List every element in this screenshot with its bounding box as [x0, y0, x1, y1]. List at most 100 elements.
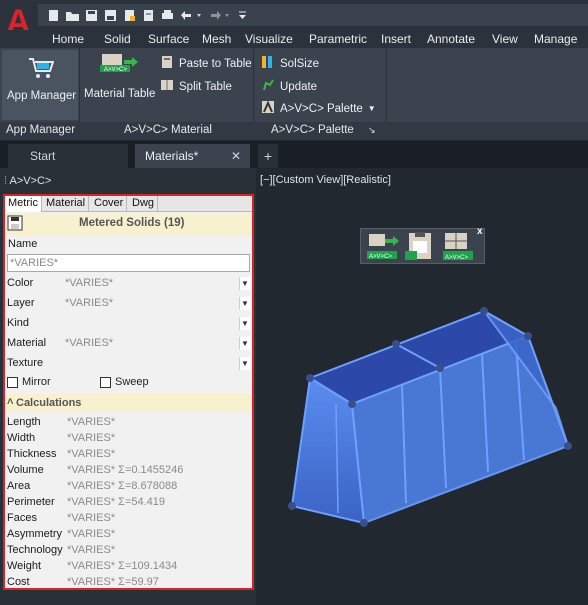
- save-icon[interactable]: [7, 215, 23, 234]
- material-table-button[interactable]: A>V>C> Material Table: [84, 52, 156, 118]
- paste-icon: [160, 55, 174, 72]
- tab-home[interactable]: Home: [52, 30, 84, 48]
- update-button[interactable]: Update: [261, 78, 317, 95]
- length-value: *VARIES*: [67, 416, 116, 428]
- chevron-down-icon[interactable]: ▼: [239, 337, 250, 350]
- name-field[interactable]: *VARIES*: [7, 254, 250, 272]
- thickness-label: Thickness: [7, 448, 57, 460]
- tab-annotate[interactable]: Annotate: [427, 30, 475, 48]
- tab-solid[interactable]: Solid: [104, 30, 131, 48]
- palette-panel-title: A>V>C> Palette: [271, 124, 354, 136]
- close-tab-icon[interactable]: ✕: [231, 144, 241, 168]
- palette-tab-dwg[interactable]: Dwg: [129, 196, 159, 212]
- svg-text:A>V>C>: A>V>C>: [104, 67, 127, 72]
- tab-start[interactable]: Start: [8, 144, 128, 168]
- ribbon-tab-bar: Home Solid Surface Mesh Visualize Parame…: [0, 30, 588, 48]
- tab-insert[interactable]: Insert: [381, 30, 411, 48]
- material-table-icon: A>V>C>: [100, 52, 140, 75]
- tab-manage[interactable]: Manage: [534, 30, 577, 48]
- mirror-checkbox[interactable]: [7, 377, 18, 388]
- paste-to-table-button[interactable]: Paste to Table: [160, 55, 252, 72]
- ribbon-panel-titles: App Manager A>V>C> Material A>V>C> Palet…: [0, 122, 588, 140]
- undo-icon[interactable]: [179, 8, 203, 23]
- redo-icon[interactable]: [207, 8, 231, 23]
- 3d-solid-model[interactable]: [256, 168, 588, 605]
- color-label: Color: [7, 277, 34, 289]
- technology-label: Technology: [7, 544, 63, 556]
- area-label: Area: [7, 480, 31, 492]
- width-label: Width: [7, 432, 36, 444]
- palette-tab-metric[interactable]: Metric: [5, 196, 42, 212]
- layer-label: Layer: [7, 297, 35, 309]
- add-tab-button[interactable]: +: [258, 144, 278, 168]
- app-manager-label-2: Manager: [30, 90, 77, 102]
- volume-value: *VARIES* Σ=0.1455246: [67, 464, 184, 476]
- print-icon[interactable]: [160, 8, 175, 23]
- customize-icon[interactable]: [235, 8, 250, 23]
- chevron-down-icon[interactable]: ▼: [239, 357, 250, 370]
- palette-tab-bar: Metric Material Cover Dwg: [5, 196, 252, 212]
- collapse-icon[interactable]: ˄: [7, 396, 13, 408]
- split-table-button[interactable]: Split Table: [160, 78, 232, 95]
- perimeter-value: *VARIES* Σ=54.419: [67, 496, 166, 508]
- save-as-icon[interactable]: [103, 8, 118, 23]
- update-icon: [261, 78, 275, 95]
- chevron-down-icon[interactable]: ▼: [239, 297, 250, 310]
- sweep-checkbox[interactable]: [100, 377, 111, 388]
- solsize-label: SolSize: [280, 57, 319, 70]
- material-panel-title: A>V>C> Material: [124, 124, 212, 136]
- asymmetry-label: Asymmetry: [7, 528, 62, 540]
- tab-parametric[interactable]: Parametric: [309, 30, 367, 48]
- length-label: Length: [7, 416, 41, 428]
- app-manager-panel-title: App Manager: [6, 124, 76, 136]
- calc-row: Technology *VARIES*: [5, 543, 252, 559]
- dropdown-arrow-icon[interactable]: ▼: [368, 104, 376, 113]
- cart-icon: [28, 56, 55, 83]
- tab-mesh[interactable]: Mesh: [202, 30, 231, 48]
- avc-palette-button[interactable]: A>V>C> Palette ▼: [261, 100, 376, 117]
- open-icon[interactable]: [65, 8, 80, 23]
- color-value[interactable]: *VARIES*: [65, 277, 113, 289]
- cost-value: *VARIES* Σ=59.97: [67, 576, 159, 588]
- palette-tab-cover[interactable]: Cover: [91, 196, 128, 212]
- palette-tab-material[interactable]: Material: [43, 196, 90, 212]
- paste-to-table-label: Paste to Table: [179, 57, 252, 70]
- material-label: Material: [7, 337, 47, 349]
- avc-palette-label: A>V>C> Palette: [280, 102, 363, 115]
- mirror-label: Mirror: [22, 376, 51, 388]
- tab-materials[interactable]: Materials* ✕: [135, 144, 250, 168]
- tab-materials-label: Materials*: [145, 149, 199, 163]
- texture-label: Texture: [7, 357, 44, 369]
- metered-solids-title: Metered Solids (19): [79, 217, 185, 229]
- save-icon[interactable]: [84, 8, 99, 23]
- chevron-down-icon[interactable]: ▼: [239, 277, 250, 290]
- tab-view[interactable]: View: [492, 30, 518, 48]
- calc-row: Volume *VARIES* Σ=0.1455246: [5, 463, 252, 479]
- calc-row: Cost *VARIES* Σ=59.97: [5, 575, 252, 591]
- sweep-label: Sweep: [115, 376, 149, 388]
- chevron-down-icon[interactable]: ▼: [239, 317, 250, 330]
- kind-label: Kind: [7, 317, 30, 329]
- calculations-header[interactable]: ˄ Calculations: [5, 394, 252, 412]
- panel-launcher-icon[interactable]: ↘: [368, 125, 376, 136]
- calc-row: Weight *VARIES* Σ=109.1434: [5, 559, 252, 575]
- calculations-title: Calculations: [16, 397, 82, 409]
- publish-icon[interactable]: [122, 8, 137, 23]
- plot-icon[interactable]: [141, 8, 156, 23]
- document-tab-bar: Start Materials* ✕ +: [0, 141, 588, 168]
- tab-visualize[interactable]: Visualize: [245, 30, 293, 48]
- drawing-viewport[interactable]: [−][Custom View][Realistic] A>V>C> A>V>C…: [256, 168, 588, 605]
- calc-row: Asymmetry *VARIES*: [5, 527, 252, 543]
- tab-surface[interactable]: Surface: [148, 30, 189, 48]
- layer-row: Layer *VARIES* ▼: [5, 294, 252, 314]
- new-icon[interactable]: [46, 8, 61, 23]
- split-table-label: Split Table: [179, 80, 232, 93]
- calc-row: Width *VARIES*: [5, 431, 252, 447]
- layer-value[interactable]: *VARIES*: [65, 297, 113, 309]
- solsize-button[interactable]: SolSize: [261, 55, 319, 72]
- kind-row: Kind ▼: [5, 314, 252, 334]
- cost-label: Cost: [7, 576, 30, 588]
- material-table-label: Material Table: [84, 88, 156, 100]
- material-value[interactable]: *VARIES*: [65, 337, 113, 349]
- app-manager-button[interactable]: App Manager: [2, 50, 78, 120]
